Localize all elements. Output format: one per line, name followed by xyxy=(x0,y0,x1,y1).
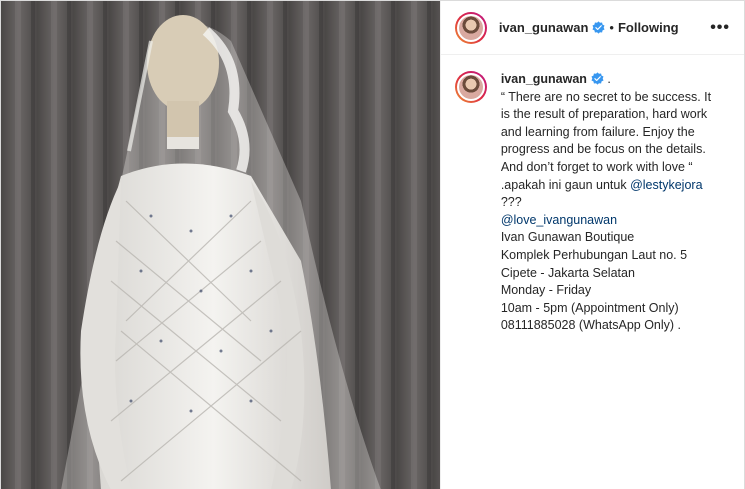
caption-comment: ivan_gunawan . “ There are no secret to … xyxy=(441,55,744,335)
post-header: ivan_gunawan • Following ••• xyxy=(440,1,744,55)
verified-badge-icon xyxy=(592,21,605,34)
address-line: Komplek Perhubungan Laut no. 5 xyxy=(500,247,688,262)
caption-question-marks: ??? xyxy=(500,195,522,210)
caption-username[interactable]: ivan_gunawan xyxy=(501,72,587,86)
post-container: ivan_gunawan • Following ••• ivan_gunawa… xyxy=(0,0,745,489)
verified-badge-icon xyxy=(591,72,604,85)
caption-question-text: .apakah ini gaun untuk xyxy=(500,177,631,192)
hours-line: 10am - 5pm (Appointment Only) xyxy=(500,300,679,315)
phone-line: 08111885028 (WhatsApp Only) . xyxy=(500,318,682,333)
address-line: Cipete - Jakarta Selatan xyxy=(500,265,635,280)
caption-line: And don’t forget to work with love “ xyxy=(500,159,693,174)
separator-dot: • xyxy=(609,20,614,35)
hours-line: Monday - Friday xyxy=(500,283,592,298)
following-button[interactable]: Following xyxy=(618,20,679,35)
author-username[interactable]: ivan_gunawan xyxy=(499,20,589,35)
wedding-dress-photo xyxy=(1,1,440,489)
post-image[interactable] xyxy=(1,1,440,489)
mention-love-ivangunawan-link[interactable]: @love_ivangunawan xyxy=(501,212,711,230)
caption-line: is the result of preparation, hard work xyxy=(500,107,708,122)
address-line: Ivan Gunawan Boutique xyxy=(500,230,635,245)
caption-period: . xyxy=(603,72,611,86)
mention-lestykejora-link[interactable]: @lestykejora xyxy=(630,178,702,192)
caption-line: “ There are no secret to be success. It xyxy=(500,89,712,104)
more-options-icon[interactable]: ••• xyxy=(710,19,730,37)
post-sidebar: ivan_gunawan • Following ••• ivan_gunawa… xyxy=(439,1,744,489)
caption-line: progress and be focus on the details. xyxy=(500,142,706,157)
caption-avatar[interactable] xyxy=(454,71,487,103)
author-avatar[interactable] xyxy=(454,11,487,44)
caption-line: and learning from failure. Enjoy the xyxy=(500,124,695,139)
caption-text: ivan_gunawan . “ There are no secret to … xyxy=(501,71,711,335)
